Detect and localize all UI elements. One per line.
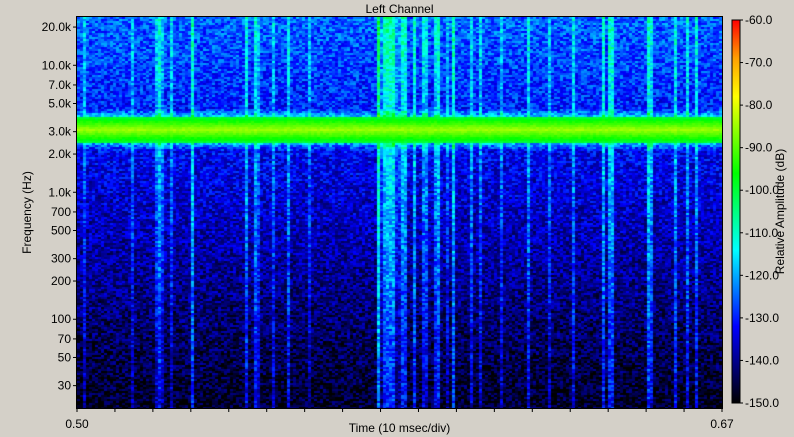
- y-tick-label: 20.0k: [42, 20, 72, 34]
- y-tick-label: 1.0k: [48, 185, 72, 199]
- plot-area: [77, 17, 722, 408]
- colorbar-tick-label: -60.0: [745, 13, 773, 27]
- colorbar-tick-label: -100.0: [745, 183, 779, 197]
- x-tick-label: 0.50: [65, 417, 89, 431]
- y-tick-label: 200: [51, 274, 71, 288]
- colorbar-tick-label: -120.0: [745, 268, 779, 282]
- y-axis-label: Frequency (Hz): [20, 171, 34, 254]
- colorbar-tick-label: -80.0: [745, 98, 773, 112]
- x-tick-label: 0.67: [710, 417, 734, 431]
- spectrogram-image: [77, 17, 722, 408]
- colorbar-tick-label: -70.0: [745, 56, 773, 70]
- colorbar-tick-label: -140.0: [745, 353, 779, 367]
- colorbar-scale: [731, 19, 741, 404]
- colorbar-tick-label: -110.0: [745, 226, 778, 240]
- y-tick-label: 300: [51, 252, 71, 266]
- colorbar-label: Relative Amplitude (dB): [773, 149, 787, 274]
- spectrogram-chart: Left Channel Time (10 msec/div) Frequenc…: [20, 2, 787, 435]
- colorbar-tick-label: -150.0: [745, 396, 779, 410]
- y-tick-label: 500: [51, 223, 71, 237]
- colorbar-tick-label: -130.0: [745, 311, 779, 325]
- y-tick-label: 7.0k: [48, 78, 72, 92]
- x-axis-label: Time (10 msec/div): [349, 421, 451, 435]
- y-tick-label: 3.0k: [48, 125, 72, 139]
- y-tick-label: 30: [58, 379, 72, 393]
- y-tick-label: 10.0k: [42, 58, 72, 72]
- spectrogram-window: Left Channel Time (10 msec/div) Frequenc…: [0, 0, 794, 437]
- y-tick-label: 5.0k: [48, 97, 72, 111]
- y-tick-label: 700: [51, 205, 71, 219]
- y-tick-label: 50: [58, 350, 72, 364]
- y-tick-label: 2.0k: [48, 147, 72, 161]
- y-tick-label: 70: [58, 332, 72, 346]
- y-tick-label: 100: [51, 312, 71, 326]
- colorbar-tick-label: -90.0: [745, 141, 773, 155]
- chart-title: Left Channel: [365, 2, 433, 16]
